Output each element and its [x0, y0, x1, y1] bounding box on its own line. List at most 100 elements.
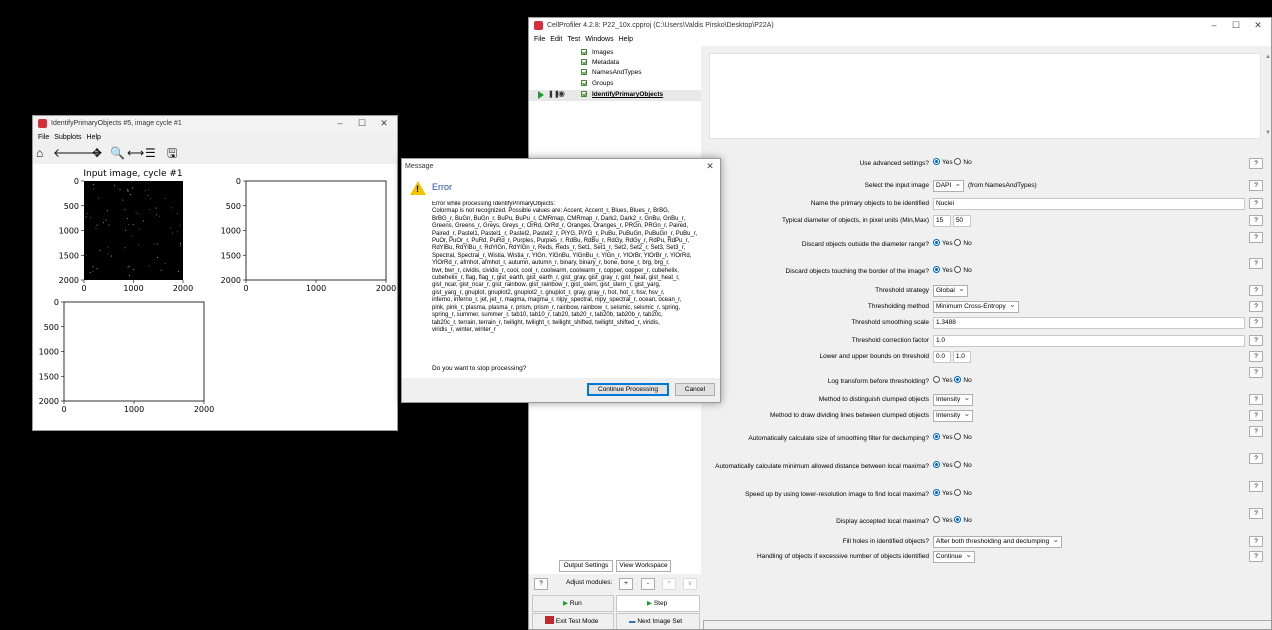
lower-bound-input[interactable]: 0.0 — [933, 351, 951, 363]
close-icon[interactable]: ✕ — [377, 117, 391, 130]
help-button[interactable]: ? — [1249, 215, 1263, 226]
radio-yes[interactable] — [933, 239, 940, 246]
radio-no[interactable] — [954, 433, 962, 440]
plot-window-titlebar[interactable]: IdentifyPrimaryObjects #5, image cycle #… — [33, 116, 397, 132]
exit-test-mode-button[interactable]: Exit Test Mode — [532, 613, 614, 629]
menu-file[interactable]: File — [38, 132, 49, 144]
upper-bound-input[interactable]: 1.0 — [952, 351, 971, 363]
remove-module-button[interactable]: - — [641, 578, 655, 590]
module-identifyprimaryobjects[interactable]: IdentifyPrimaryObjects — [581, 91, 663, 98]
help-button[interactable]: ? — [1249, 410, 1263, 421]
excessive-objects-select[interactable]: Continue — [933, 550, 976, 563]
input-image-select[interactable]: DAPI — [933, 179, 965, 192]
distinguish-method-select[interactable]: Intensity — [933, 393, 974, 406]
fill-holes-select[interactable]: After both thresholding and declumping — [933, 535, 1063, 548]
zoom-icon[interactable]: 🔍 — [110, 146, 125, 160]
enabled-check-icon[interactable] — [581, 91, 587, 97]
diameter-max-input[interactable]: 50 — [952, 215, 971, 227]
help-button[interactable]: ? — [1249, 232, 1263, 243]
close-icon[interactable]: ✕ — [703, 160, 717, 173]
save-icon[interactable]: 🖫 — [167, 146, 177, 160]
scroll-up-icon[interactable]: ▲ — [1265, 54, 1271, 60]
module-groups[interactable]: Groups — [581, 80, 613, 87]
move-down-button[interactable]: v — [683, 578, 697, 590]
help-button[interactable]: ? — [1249, 508, 1263, 519]
subplots-adjust-icon[interactable]: ⟷ — [127, 146, 144, 160]
help-button[interactable]: ? — [1249, 317, 1263, 328]
minimize-icon[interactable]: – — [1207, 19, 1221, 32]
dividing-lines-select[interactable]: Intensity — [933, 409, 974, 422]
radio-yes[interactable] — [933, 489, 940, 496]
radio-no[interactable] — [954, 239, 962, 246]
help-button[interactable]: ? — [1249, 367, 1263, 378]
cp-titlebar[interactable]: CellProfiler 4.2.8: P22_10x.cpproj (C:\U… — [529, 18, 1271, 34]
radio-yes[interactable] — [933, 266, 940, 273]
objects-name-input[interactable]: Nuclei — [933, 198, 1245, 210]
play-arrow-icon[interactable] — [538, 91, 544, 99]
maximize-icon[interactable]: ☐ — [355, 117, 369, 130]
help-button[interactable]: ? — [1249, 426, 1263, 437]
minimize-icon[interactable]: – — [333, 117, 347, 130]
help-button[interactable]: ? — [1249, 301, 1263, 312]
enabled-check-icon[interactable] — [581, 69, 587, 75]
help-button[interactable]: ? — [1249, 551, 1263, 562]
module-images[interactable]: Images — [581, 49, 613, 56]
scroll-down-icon[interactable]: ▼ — [1265, 130, 1271, 136]
menu-subplots[interactable]: Subplots — [54, 132, 81, 144]
continue-processing-button[interactable]: Continue Processing — [587, 383, 669, 396]
threshold-strategy-select[interactable]: Global — [933, 284, 968, 297]
menu-help[interactable]: Help — [87, 132, 101, 144]
help-button[interactable]: ? — [1249, 351, 1263, 362]
enabled-check-icon[interactable] — [581, 49, 587, 55]
add-module-button[interactable]: + — [619, 578, 633, 590]
radio-yes[interactable] — [933, 158, 940, 165]
help-button[interactable]: ? — [1249, 285, 1263, 296]
enabled-check-icon[interactable] — [581, 80, 587, 86]
radio-yes[interactable] — [933, 433, 940, 440]
module-namesandtypes[interactable]: NamesAndTypes — [581, 69, 642, 76]
radio-no[interactable] — [954, 516, 962, 523]
enabled-check-icon[interactable] — [581, 59, 587, 65]
diameter-min-input[interactable]: 15 — [933, 215, 951, 227]
output-settings-button[interactable]: Output Settings — [559, 560, 613, 572]
close-icon[interactable]: ✕ — [1251, 19, 1265, 32]
help-button[interactable]: ? — [534, 578, 548, 590]
help-button[interactable]: ? — [1249, 198, 1263, 209]
run-button[interactable]: ▶ Run — [532, 595, 614, 612]
radio-no[interactable] — [954, 489, 962, 496]
dialog-titlebar[interactable]: Message ✕ — [402, 159, 720, 175]
help-button[interactable]: ? — [1249, 453, 1263, 464]
help-button[interactable]: ? — [1249, 536, 1263, 547]
menu-edit[interactable]: Edit — [550, 34, 562, 46]
correction-factor-input[interactable]: 1.0 — [933, 335, 1245, 347]
move-up-button[interactable]: ^ — [662, 578, 676, 590]
help-button[interactable]: ? — [1249, 335, 1263, 346]
menu-windows[interactable]: Windows — [585, 34, 613, 46]
help-button[interactable]: ? — [1249, 481, 1263, 492]
help-button[interactable]: ? — [1249, 180, 1263, 191]
radio-yes[interactable] — [933, 376, 940, 383]
eye-icon[interactable]: ◉ — [558, 89, 565, 98]
threshold-method-select[interactable]: Minimum Cross-Entropy — [933, 300, 1019, 313]
radio-no[interactable] — [954, 266, 962, 273]
cancel-button[interactable]: Cancel — [675, 383, 715, 396]
help-button[interactable]: ? — [1249, 158, 1263, 169]
step-button[interactable]: ▶ Step — [616, 595, 700, 612]
radio-yes[interactable] — [933, 461, 940, 468]
smoothing-scale-input[interactable]: 1.3488 — [933, 317, 1245, 329]
view-workspace-button[interactable]: View Workspace — [616, 560, 671, 572]
radio-yes[interactable] — [933, 516, 940, 523]
pan-icon[interactable]: ✥ — [92, 146, 102, 160]
module-metadata[interactable]: Metadata — [581, 59, 619, 66]
radio-no[interactable] — [954, 158, 962, 165]
configure-icon[interactable]: ☰ — [145, 146, 156, 160]
menu-test[interactable]: Test — [567, 34, 580, 46]
radio-no[interactable] — [954, 461, 962, 468]
maximize-icon[interactable]: ☐ — [1229, 19, 1243, 32]
help-button[interactable]: ? — [1249, 394, 1263, 405]
menu-help[interactable]: Help — [619, 34, 633, 46]
help-button[interactable]: ? — [1249, 258, 1263, 269]
home-icon[interactable]: ⌂ — [36, 146, 43, 160]
radio-no[interactable] — [954, 376, 962, 383]
menu-file[interactable]: File — [534, 34, 545, 46]
